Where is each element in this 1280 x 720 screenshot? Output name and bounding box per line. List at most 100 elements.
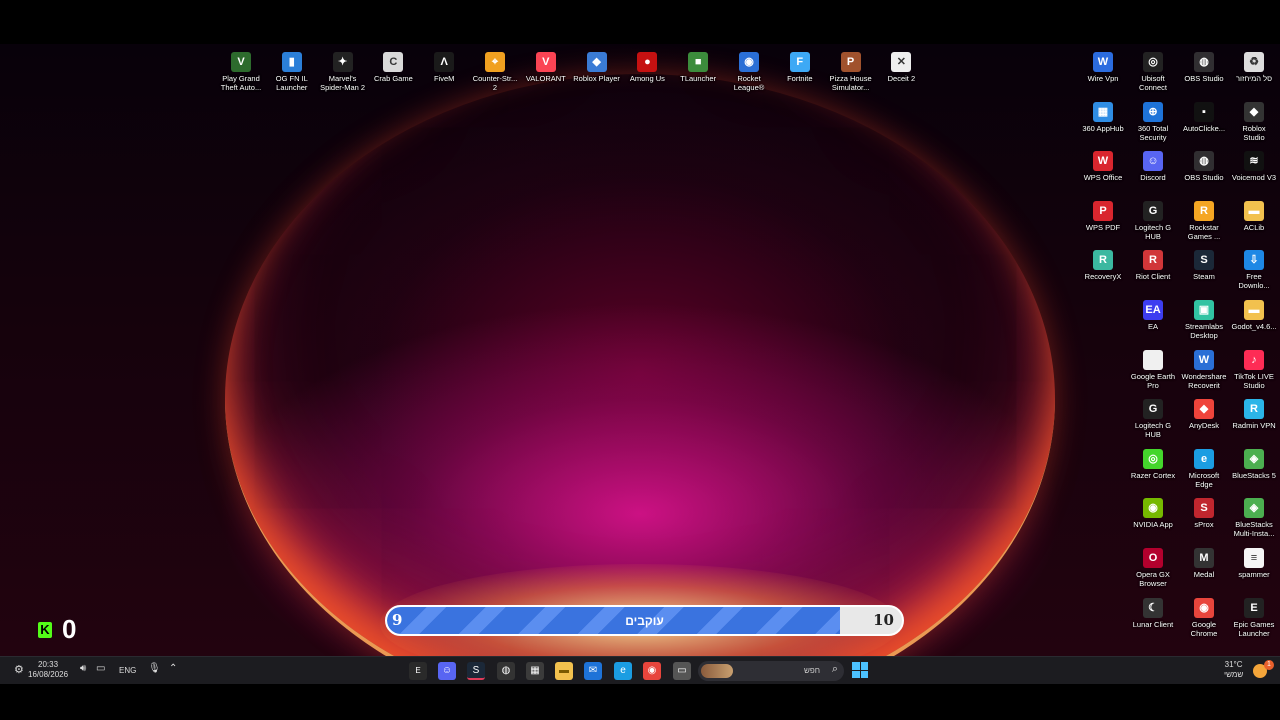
taskbar-epic-games-icon[interactable]: E: [409, 662, 427, 680]
text-file-shortcut[interactable]: ≡ spammer: [1229, 548, 1279, 579]
razer-cortex-shortcut[interactable]: ◎ Razer Cortex: [1128, 448, 1178, 480]
shortcut-label: AutoClicke...: [1182, 123, 1226, 133]
shortcut-label: Logitech G HUB: [1134, 421, 1172, 440]
taskbar-mail-icon[interactable]: ✉: [584, 662, 602, 680]
taskbar-obs-icon[interactable]: ◍: [497, 662, 515, 680]
ea-shortcut[interactable]: EA EA: [1128, 300, 1178, 331]
recoveryx-shortcut[interactable]: R RecoveryX: [1078, 250, 1128, 281]
steam-shortcut[interactable]: S Steam: [1179, 250, 1229, 281]
among-us-shortcut[interactable]: ● Among Us: [622, 52, 672, 83]
clock[interactable]: 20:33 16/08/2026: [28, 660, 68, 680]
tlauncher-shortcut[interactable]: ■ TLauncher: [673, 52, 723, 83]
microphone-icon[interactable]: 🎙︎: [148, 663, 161, 674]
rocket-league-icon: ◉: [739, 52, 759, 72]
360-apphub-shortcut[interactable]: ▦ 360 AppHub: [1078, 101, 1128, 133]
kick-viewer-count: 0: [62, 614, 77, 644]
settings-gear-icon[interactable]: ⚙: [14, 663, 24, 676]
taskbar-search[interactable]: חפש ⌕: [698, 661, 844, 681]
edge-shortcut[interactable]: e Microsoft Edge: [1179, 448, 1229, 489]
roblox-player-shortcut[interactable]: ◆ Roblox Player: [572, 52, 622, 83]
recoveryx-icon: R: [1093, 250, 1113, 271]
taskbar-file-explorer-icon[interactable]: ▬: [555, 662, 573, 680]
shortcut-label: Free Downlo...: [1238, 272, 1270, 291]
nvidia-app-shortcut[interactable]: ◉ NVIDIA App: [1128, 498, 1178, 529]
riot-client-shortcut[interactable]: R Riot Client: [1128, 250, 1178, 281]
crab-game-shortcut[interactable]: C Crab Game: [368, 52, 418, 83]
wps-pdf-shortcut[interactable]: P WPS PDF: [1078, 200, 1128, 232]
chrome-shortcut[interactable]: ◉ Google Chrome: [1179, 597, 1229, 638]
recoverit-shortcut[interactable]: W Wondershare Recoverit: [1179, 349, 1229, 390]
shortcut-label: Wondershare Recoverit: [1181, 371, 1227, 390]
shortcut-label: WPS Office: [1083, 173, 1123, 183]
shortcut-label: WPS PDF: [1085, 222, 1121, 232]
language-indicator[interactable]: ENG: [119, 666, 136, 675]
medal-shortcut[interactable]: M Medal: [1179, 548, 1229, 579]
network-icon[interactable]: ▭: [96, 663, 105, 674]
taskbar-chrome-icon[interactable]: ◉: [643, 662, 661, 680]
spiderman-shortcut[interactable]: ✦ Marvel's Spider-Man 2: [318, 52, 368, 92]
wps-office-icon: W: [1093, 151, 1113, 172]
streamlabs-shortcut[interactable]: ▣ Streamlabs Desktop: [1179, 300, 1229, 340]
shortcut-label: Wire Vpn: [1087, 74, 1119, 83]
shortcut-label: Google Chrome: [1190, 619, 1218, 638]
fortnite-shortcut[interactable]: F Fortnite: [775, 52, 825, 83]
shortcut-label: AnyDesk: [1188, 421, 1219, 431]
shortcut-label: Steam: [1193, 272, 1215, 282]
pizza-house-shortcut[interactable]: P Pizza House Simulator...: [826, 52, 876, 92]
free-download-shortcut[interactable]: ⇩ Free Downlo...: [1229, 250, 1279, 290]
rockstar-games-shortcut[interactable]: R Rockstar Games ...: [1179, 200, 1229, 241]
deceit-shortcut[interactable]: ✕ Deceit 2: [876, 52, 926, 83]
ubisoft-connect-icon: ◎: [1143, 52, 1163, 72]
roblox-studio-shortcut[interactable]: ◆ Roblox Studio: [1229, 101, 1279, 142]
fivem-shortcut[interactable]: Λ FiveM: [419, 52, 469, 83]
notification-badge[interactable]: 1: [1264, 660, 1274, 670]
show-hidden-icons-chevron-icon[interactable]: ⌃: [169, 663, 177, 674]
valorant-shortcut[interactable]: V VALORANT: [521, 52, 571, 83]
weather-widget[interactable]: 31°C שמשי: [1224, 660, 1243, 680]
bluestacks-multi-shortcut[interactable]: ◈ BlueStacks Multi-Insta...: [1229, 498, 1279, 538]
opera-gx-shortcut[interactable]: O Opera GX Browser: [1128, 548, 1178, 588]
recycle-bin-shortcut[interactable]: ♻ סל המיחזור: [1229, 52, 1279, 83]
ubisoft-connect-shortcut[interactable]: ◎ Ubisoft Connect: [1128, 52, 1178, 92]
obs-studio-2-shortcut[interactable]: ◍ OBS Studio: [1179, 151, 1229, 182]
logitech-ghub-shortcut[interactable]: G Logitech G HUB: [1128, 200, 1178, 241]
anydesk-shortcut[interactable]: ◆ AnyDesk: [1179, 399, 1229, 430]
radmin-vpn-icon: R: [1244, 399, 1264, 420]
radmin-vpn-shortcut[interactable]: R Radmin VPN: [1229, 399, 1279, 430]
og-fn-shortcut[interactable]: ▮ OG FN IL Launcher: [267, 52, 317, 92]
logitech-ghub-2-shortcut[interactable]: G Logitech G HUB: [1128, 399, 1178, 439]
rocket-league-shortcut[interactable]: ◉ Rocket League®: [724, 52, 774, 92]
taskbar-steam-icon[interactable]: S: [467, 662, 485, 680]
voicemod-shortcut[interactable]: ≋ Voicemod V3: [1229, 151, 1279, 182]
taskbar-task-view-icon[interactable]: ▭: [673, 662, 691, 680]
medal-icon: M: [1194, 548, 1214, 568]
wps-office-shortcut[interactable]: W WPS Office: [1078, 151, 1128, 182]
discord-shortcut[interactable]: ☺ Discord: [1128, 151, 1178, 182]
godot-folder-shortcut[interactable]: ▬ Godot_v4.6...: [1229, 300, 1279, 331]
roblox-studio-icon: ◆: [1244, 101, 1264, 122]
lunar-client-shortcut[interactable]: ☾ Lunar Client: [1128, 597, 1178, 629]
taskbar-store-icon[interactable]: ▦: [526, 662, 544, 680]
taskbar-discord-icon[interactable]: ☺: [438, 662, 456, 680]
shortcut-label: 360 AppHub: [1082, 123, 1124, 133]
shortcut-label: TLauncher: [680, 74, 717, 83]
windows-start-icon[interactable]: [852, 662, 868, 678]
obs-studio-shortcut[interactable]: ◍ OBS Studio: [1179, 52, 1229, 83]
gta-shortcut[interactable]: V Play Grand Theft Auto...: [216, 52, 266, 92]
google-earth-shortcut[interactable]: Google Earth Pro: [1128, 349, 1178, 390]
volume-icon[interactable]: 🔊︎: [80, 663, 86, 674]
wire-vpn-shortcut[interactable]: W Wire Vpn: [1078, 52, 1128, 83]
counter-strike-shortcut[interactable]: ⌖ Counter-Str... 2: [470, 52, 520, 92]
epic-games-shortcut[interactable]: E Epic Games Launcher: [1229, 597, 1279, 638]
autoclicker-shortcut[interactable]: ▪ AutoClicke...: [1179, 101, 1229, 133]
steam-icon: S: [1194, 250, 1214, 271]
aclib-folder-shortcut[interactable]: ▬ ACLib: [1229, 200, 1279, 232]
bluestacks-shortcut[interactable]: ◈ BlueStacks 5: [1229, 448, 1279, 480]
shortcut-label: Discord: [1140, 173, 1166, 183]
tiktok-live-shortcut[interactable]: ♪ TikTok LIVE Studio: [1229, 349, 1279, 390]
taskbar-edge-icon[interactable]: e: [614, 662, 632, 680]
360-apphub-icon: ▦: [1093, 101, 1113, 122]
goal-level-next: 10: [873, 611, 894, 629]
sprox-shortcut[interactable]: SsProx: [1179, 498, 1229, 529]
360-total-security-shortcut[interactable]: ⊕ 360 Total Security: [1128, 101, 1178, 142]
